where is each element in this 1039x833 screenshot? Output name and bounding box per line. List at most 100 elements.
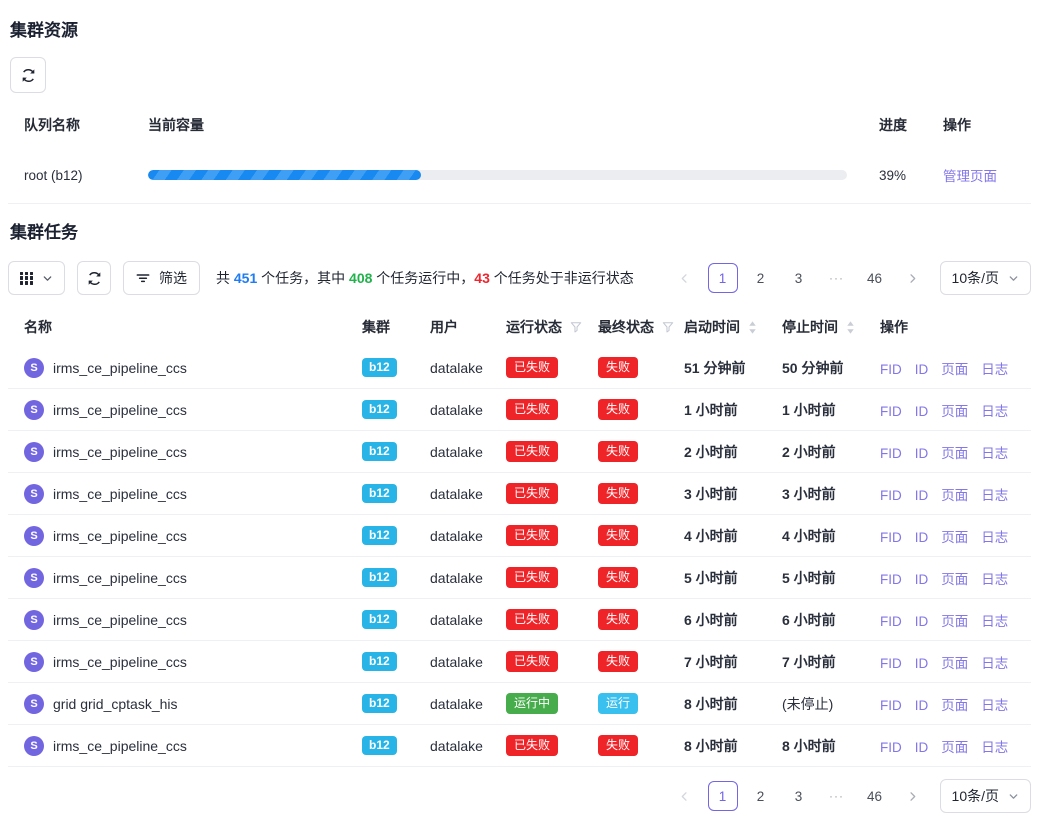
tasks-toolbar: 筛选 共 451 个任务，其中 408 个任务运行中，43 个任务处于非运行状态… xyxy=(8,261,1031,295)
cluster-badge: b12 xyxy=(362,568,397,587)
pagination-page-46[interactable]: 46 xyxy=(860,781,890,811)
action-link-页面[interactable]: 页面 xyxy=(941,614,968,629)
refresh-tasks-button[interactable] xyxy=(77,261,111,295)
action-link-fid[interactable]: FID xyxy=(880,698,902,713)
action-link-fid[interactable]: FID xyxy=(880,614,902,629)
refresh-icon xyxy=(87,271,102,286)
action-link-fid[interactable]: FID xyxy=(880,488,902,503)
col-header-name: 名称 xyxy=(8,307,346,347)
row-actions: FID ID 页面日志 xyxy=(864,557,1031,599)
col-header-run-status[interactable]: 运行状态 xyxy=(490,307,582,347)
pagination: 123 ··· 46 xyxy=(670,263,928,293)
action-link-id[interactable]: ID xyxy=(915,488,929,503)
table-row: S irms_ce_pipeline_ccs b12 datalake 已失败 … xyxy=(8,347,1031,389)
action-link-页面[interactable]: 页面 xyxy=(941,698,968,713)
manage-page-link[interactable]: 管理页面 xyxy=(943,169,997,184)
action-link-日志[interactable]: 日志 xyxy=(981,698,1008,713)
pagination-ellipsis[interactable]: ··· xyxy=(822,263,852,293)
action-link-页面[interactable]: 页面 xyxy=(941,446,968,461)
action-link-日志[interactable]: 日志 xyxy=(981,740,1008,755)
avatar: S xyxy=(24,400,44,420)
action-link-fid[interactable]: FID xyxy=(880,530,902,545)
cluster-badge: b12 xyxy=(362,400,397,419)
column-settings-button[interactable] xyxy=(8,261,65,295)
pagination-page-2[interactable]: 2 xyxy=(746,263,776,293)
pagination-prev[interactable] xyxy=(670,263,700,293)
action-link-页面[interactable]: 页面 xyxy=(941,572,968,587)
stop-time: 7 小时前 xyxy=(766,641,864,683)
action-link-日志[interactable]: 日志 xyxy=(981,614,1008,629)
run-status-badge: 已失败 xyxy=(506,567,558,588)
action-link-日志[interactable]: 日志 xyxy=(981,446,1008,461)
action-link-页面[interactable]: 页面 xyxy=(941,740,968,755)
task-name: irms_ce_pipeline_ccs xyxy=(53,528,187,544)
action-link-id[interactable]: ID xyxy=(915,404,929,419)
filter-button[interactable]: 筛选 xyxy=(123,261,200,295)
action-link-id[interactable]: ID xyxy=(915,446,929,461)
action-link-id[interactable]: ID xyxy=(915,656,929,671)
action-link-页面[interactable]: 页面 xyxy=(941,488,968,503)
final-status-badge: 失败 xyxy=(598,609,638,630)
start-time: 6 小时前 xyxy=(668,599,766,641)
action-link-id[interactable]: ID xyxy=(915,614,929,629)
action-link-页面[interactable]: 页面 xyxy=(941,530,968,545)
avatar: S xyxy=(24,694,44,714)
pagination-next[interactable] xyxy=(898,263,928,293)
action-link-id[interactable]: ID xyxy=(915,530,929,545)
final-status-badge: 失败 xyxy=(598,357,638,378)
summary-count: 408 xyxy=(349,270,372,286)
col-header-stop-time[interactable]: 停止时间 xyxy=(766,307,864,347)
start-time: 51 分钟前 xyxy=(668,347,766,389)
pagination-prev[interactable] xyxy=(670,781,700,811)
pagination-ellipsis[interactable]: ··· xyxy=(822,781,852,811)
pagination-page-3[interactable]: 3 xyxy=(784,781,814,811)
cluster-badge: b12 xyxy=(362,526,397,545)
action-link-id[interactable]: ID xyxy=(915,362,929,377)
filter-funnel-icon[interactable] xyxy=(662,321,674,333)
action-link-页面[interactable]: 页面 xyxy=(941,362,968,377)
sorter-icon[interactable] xyxy=(846,320,855,335)
pagination-page-1[interactable]: 1 xyxy=(708,263,738,293)
stop-time: 1 小时前 xyxy=(766,389,864,431)
avatar: S xyxy=(24,736,44,756)
page-size-select[interactable]: 10条/页 xyxy=(940,779,1031,813)
col-header-start-time[interactable]: 启动时间 xyxy=(668,307,766,347)
sorter-icon[interactable] xyxy=(748,320,757,335)
refresh-icon xyxy=(21,68,36,83)
pagination-next[interactable] xyxy=(898,781,928,811)
action-link-fid[interactable]: FID xyxy=(880,362,902,377)
action-link-fid[interactable]: FID xyxy=(880,740,902,755)
action-link-id[interactable]: ID xyxy=(915,740,929,755)
action-link-页面[interactable]: 页面 xyxy=(941,656,968,671)
pagination-page-46[interactable]: 46 xyxy=(860,263,890,293)
user-cell: datalake xyxy=(414,431,490,473)
page-size-select[interactable]: 10条/页 xyxy=(940,261,1031,295)
action-link-日志[interactable]: 日志 xyxy=(981,488,1008,503)
action-link-页面[interactable]: 页面 xyxy=(941,404,968,419)
capacity-progress-bar xyxy=(148,170,847,180)
action-link-日志[interactable]: 日志 xyxy=(981,530,1008,545)
task-name: irms_ce_pipeline_ccs xyxy=(53,360,187,376)
avatar: S xyxy=(24,358,44,378)
start-time: 2 小时前 xyxy=(668,431,766,473)
action-link-日志[interactable]: 日志 xyxy=(981,656,1008,671)
pagination-page-2[interactable]: 2 xyxy=(746,781,776,811)
row-actions: FID ID 页面日志 xyxy=(864,641,1031,683)
action-link-fid[interactable]: FID xyxy=(880,446,902,461)
stop-time: 8 小时前 xyxy=(766,725,864,767)
refresh-resources-button[interactable] xyxy=(10,57,46,93)
action-link-fid[interactable]: FID xyxy=(880,404,902,419)
action-link-日志[interactable]: 日志 xyxy=(981,404,1008,419)
pagination-page-3[interactable]: 3 xyxy=(784,263,814,293)
col-header-queue-name: 队列名称 xyxy=(8,103,132,147)
action-link-日志[interactable]: 日志 xyxy=(981,362,1008,377)
action-link-日志[interactable]: 日志 xyxy=(981,572,1008,587)
action-link-fid[interactable]: FID xyxy=(880,656,902,671)
action-link-id[interactable]: ID xyxy=(915,572,929,587)
action-link-id[interactable]: ID xyxy=(915,698,929,713)
action-link-fid[interactable]: FID xyxy=(880,572,902,587)
col-header-final-status[interactable]: 最终状态 xyxy=(582,307,668,347)
pagination-page-1[interactable]: 1 xyxy=(708,781,738,811)
filter-funnel-icon[interactable] xyxy=(570,321,582,333)
final-status-badge: 失败 xyxy=(598,399,638,420)
